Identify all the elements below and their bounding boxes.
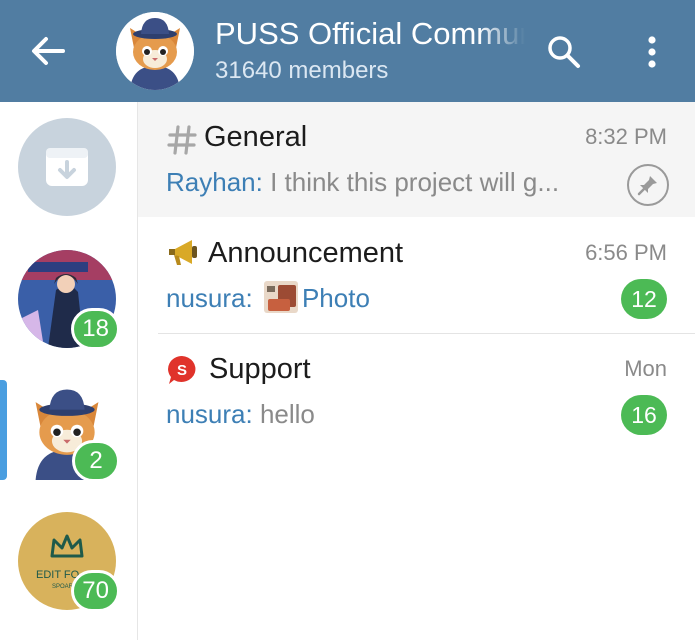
megaphone-icon (169, 240, 197, 265)
preview-sender: nusura: (166, 283, 253, 313)
support-icon-letter: S (177, 362, 187, 379)
arrow-back-icon (32, 37, 65, 65)
pin-glyph-icon (637, 176, 657, 196)
back-button[interactable] (20, 26, 76, 76)
sidebar-chat-edit-for[interactable]: EDIT FO SPOAR 70 (18, 512, 120, 612)
topic-title: General (204, 121, 308, 153)
preview-sender: Rayhan: (166, 167, 263, 197)
topic-title: Support (209, 353, 311, 385)
preview-text: I think this project will g... (262, 167, 560, 197)
search-button[interactable] (540, 28, 588, 76)
preview-text: Photo (301, 283, 370, 313)
topic-time: Mon (624, 356, 667, 381)
archive-icon (46, 148, 88, 186)
unread-badge: 70 (71, 570, 120, 612)
active-chat-indicator (0, 380, 7, 480)
topic-time: 6:56 PM (585, 240, 667, 265)
topic-preview: Rayhan: I think this project will g... (166, 165, 616, 199)
topic-list: General 8:32 PM Rayhan: I think this pro… (138, 102, 695, 640)
topic-preview: nusura: hello (166, 397, 616, 431)
preview-text: hello (252, 399, 315, 429)
topic-title: Announcement (208, 237, 404, 269)
preview-sender: nusura: (166, 399, 253, 429)
chat-header: PUSS Official Community 31640 members (0, 0, 695, 102)
unread-count-badge: 16 (621, 395, 667, 435)
topic-row-support[interactable]: S Support Mon nusura: hello 16 (138, 334, 695, 449)
group-avatar[interactable] (116, 12, 194, 90)
chat-sidebar: 18 2 EDIT FO SPOAR 70 (0, 102, 138, 640)
topic-row-announcement[interactable]: Announcement 6:56 PM nusura: Photo 12 (138, 218, 695, 333)
search-icon (548, 36, 580, 68)
more-vertical-icon (648, 36, 656, 68)
member-count: 31640 members (215, 57, 389, 84)
unread-badge: 2 (72, 440, 120, 482)
sidebar-chat-puss[interactable]: 2 (18, 382, 120, 482)
archive-folder[interactable] (18, 118, 116, 216)
group-title[interactable]: PUSS Official Community (215, 14, 525, 54)
photo-thumbnail (263, 281, 298, 313)
cat-avatar-image (116, 12, 194, 90)
hash-icon (167, 125, 197, 155)
more-options-button[interactable] (630, 28, 674, 76)
support-s-icon: S (168, 356, 196, 384)
pin-icon (627, 164, 669, 206)
unread-count-badge: 12 (621, 279, 667, 319)
topic-row-general[interactable]: General 8:32 PM Rayhan: I think this pro… (138, 102, 695, 217)
topic-preview: nusura: Photo (166, 281, 616, 315)
topic-time: 8:32 PM (585, 124, 667, 149)
unread-badge: 18 (71, 308, 120, 350)
sidebar-chat-anime[interactable]: 18 (18, 250, 120, 350)
